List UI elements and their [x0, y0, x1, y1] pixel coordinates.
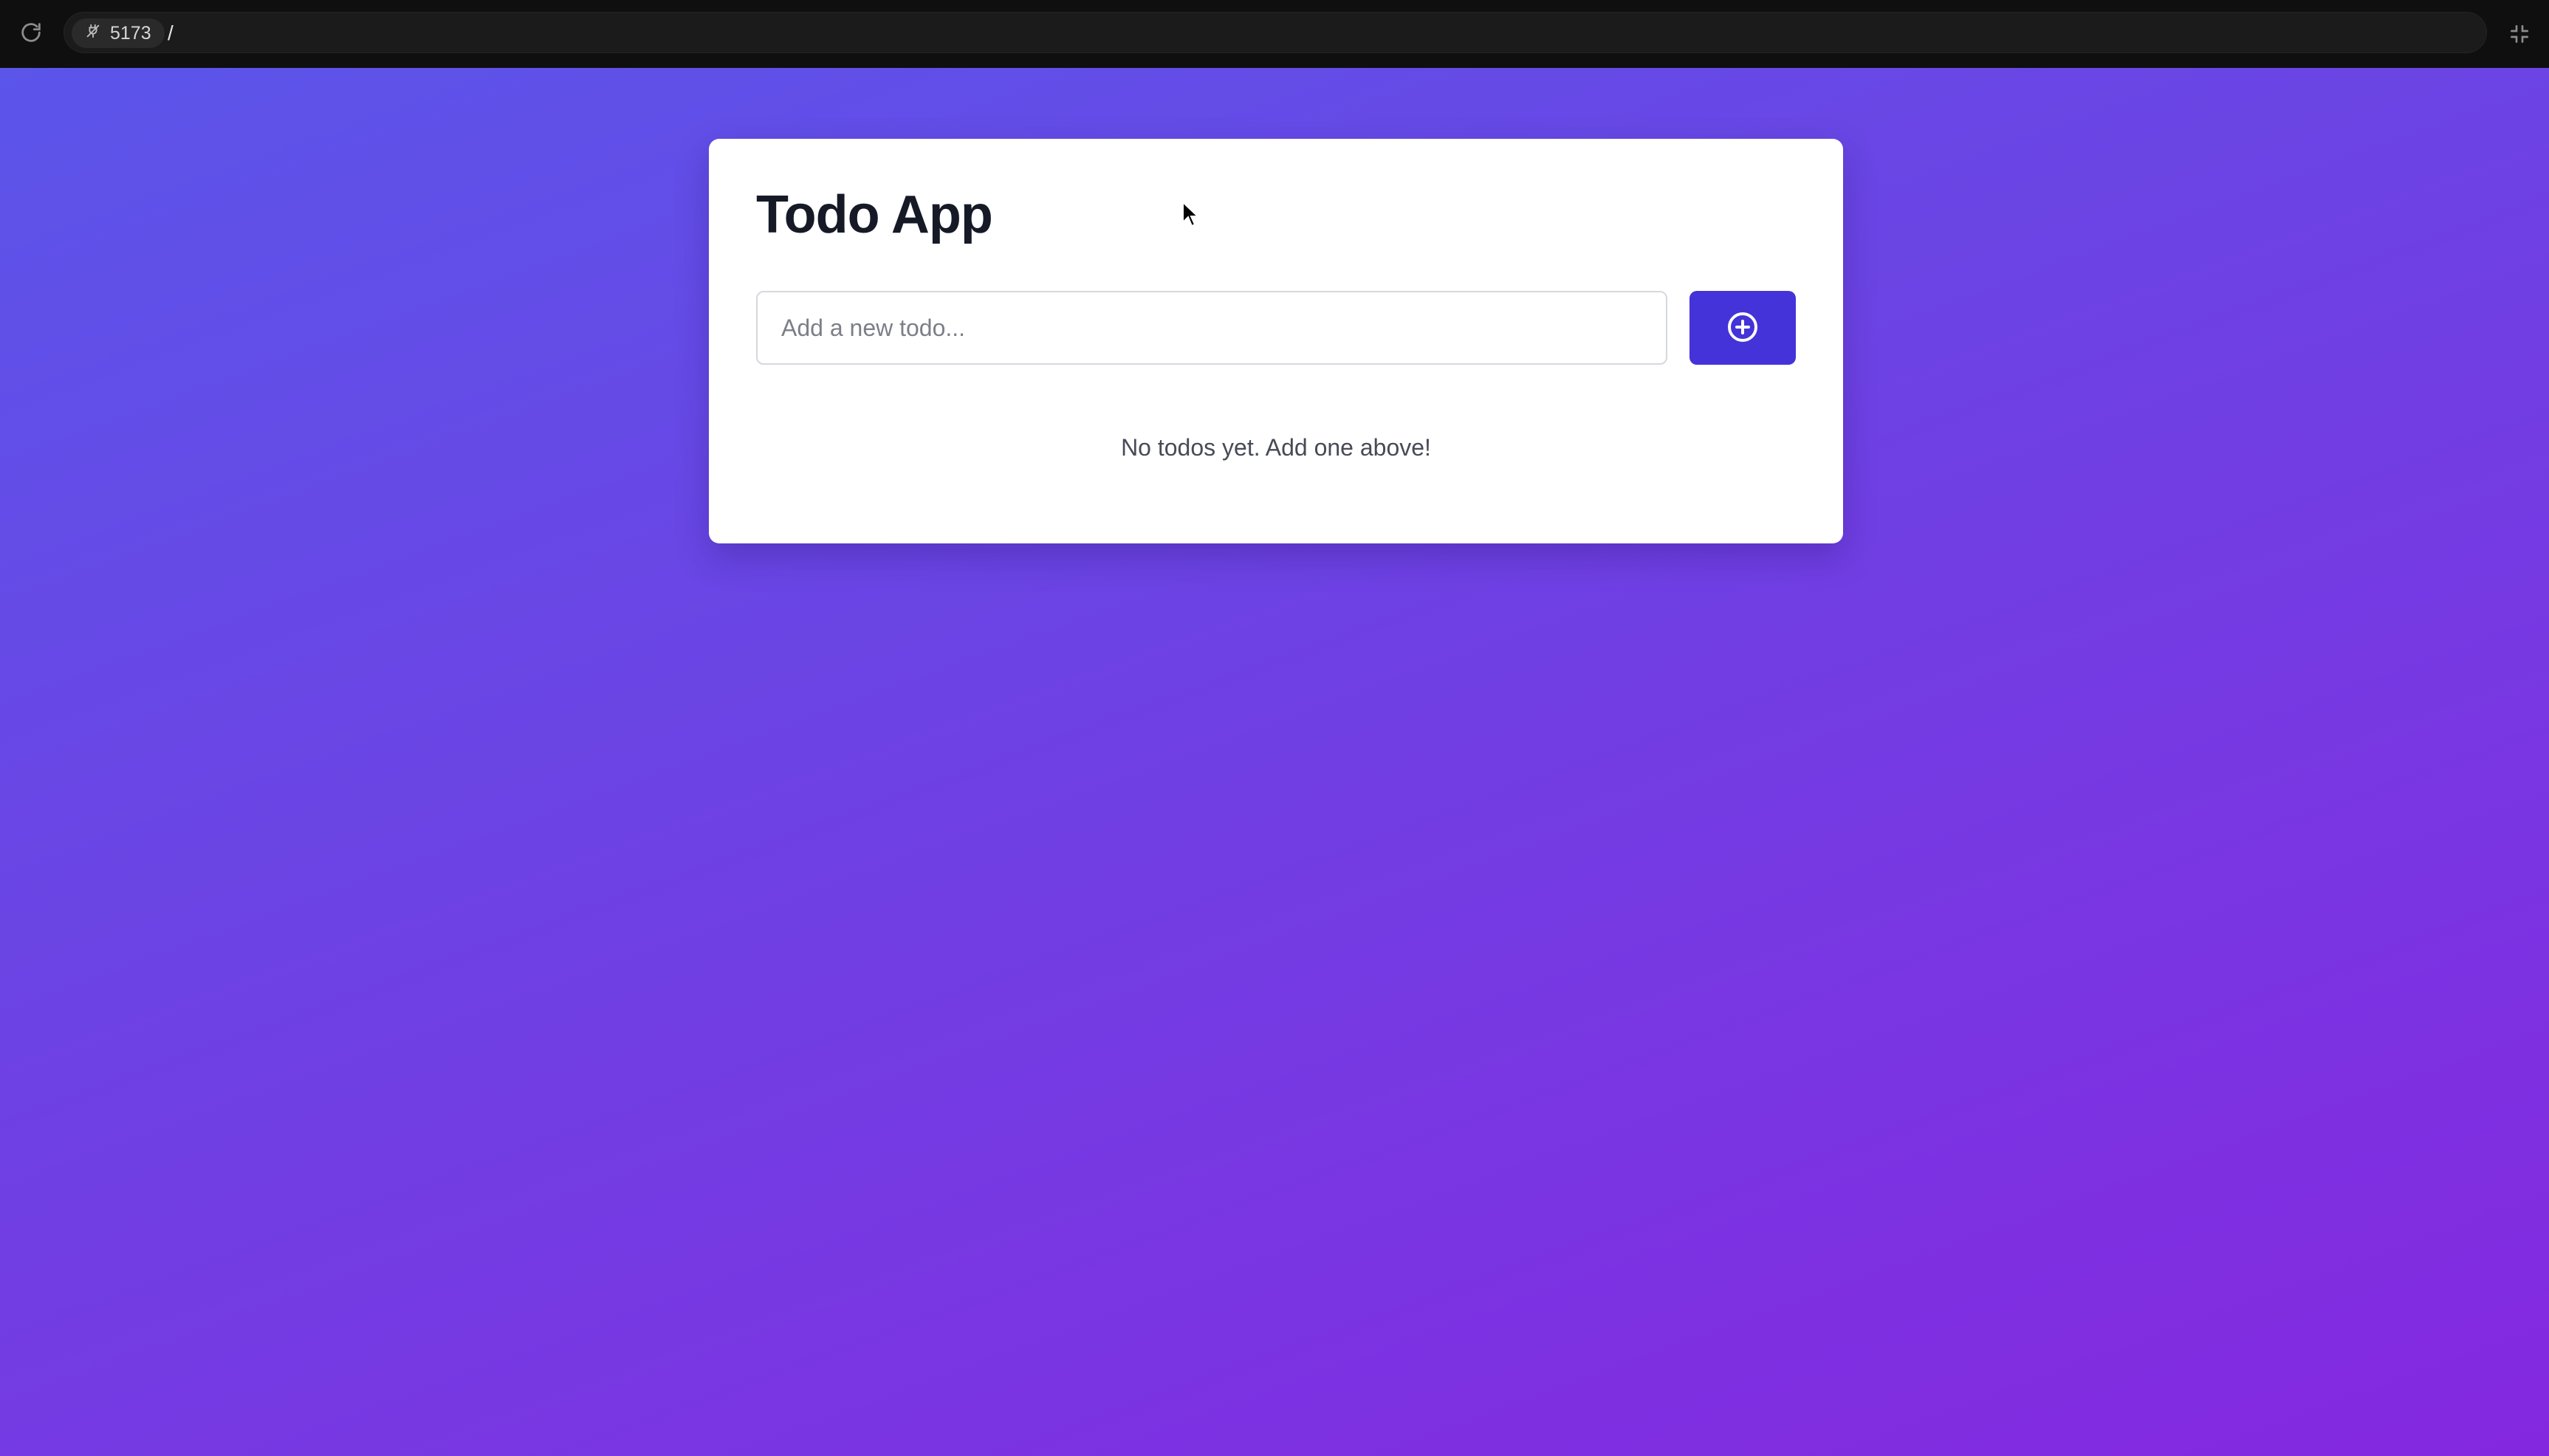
port-label: 5173 — [110, 22, 151, 44]
empty-state-message: No todos yet. Add one above! — [1121, 434, 1431, 461]
plus-circle-icon — [1725, 309, 1760, 347]
app-background: Todo App No todos yet. Add one above! — [0, 68, 2549, 1456]
new-todo-input[interactable] — [756, 291, 1667, 365]
port-chip[interactable]: 5173 — [72, 18, 165, 48]
url-path: / — [168, 21, 174, 44]
disconnected-plug-icon — [85, 23, 101, 44]
browser-toolbar: 5173 / — [0, 0, 2549, 68]
mouse-cursor-icon — [1182, 200, 1200, 228]
page-title: Todo App — [756, 185, 993, 244]
reload-icon[interactable] — [16, 18, 46, 47]
add-todo-button[interactable] — [1689, 291, 1796, 365]
address-bar[interactable]: 5173 / — [64, 12, 2487, 53]
exit-fullscreen-icon[interactable] — [2505, 19, 2534, 49]
todo-card: Todo App No todos yet. Add one above! — [709, 139, 1843, 543]
